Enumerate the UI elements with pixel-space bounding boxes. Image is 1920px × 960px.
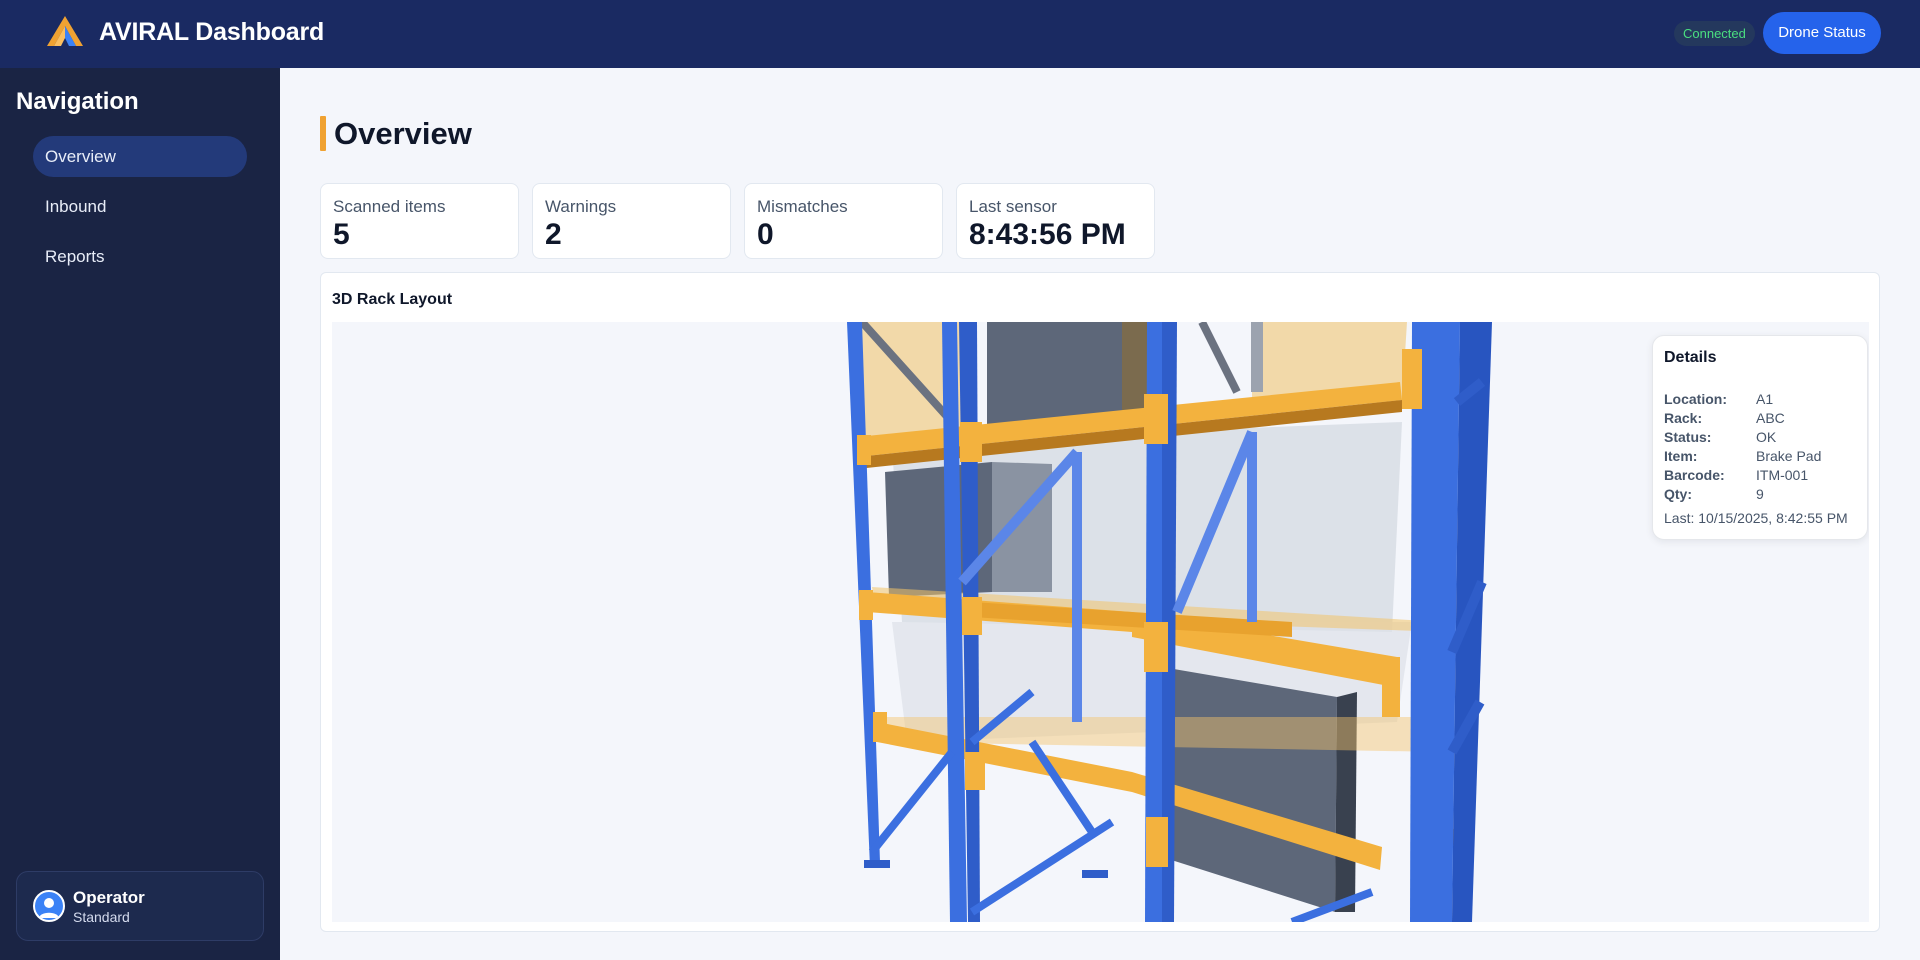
user-name: Operator bbox=[73, 888, 145, 907]
user-role: Standard bbox=[73, 909, 130, 925]
stat-card-mismatches: Mismatches 0 bbox=[744, 183, 943, 259]
stat-label: Warnings bbox=[545, 197, 617, 216]
rack-layout-panel: 3D Rack Layout Details Location: A1 Rack… bbox=[320, 272, 1880, 932]
stat-card-warnings: Warnings 2 bbox=[532, 183, 731, 259]
stat-card-last-sensor: Last sensor 8:43:56 PM bbox=[956, 183, 1155, 259]
details-value: 9 bbox=[1756, 486, 1764, 502]
top-bar: AVIRAL Dashboard Connected Drone Status bbox=[0, 0, 1920, 68]
details-key: Status: bbox=[1664, 429, 1712, 445]
details-key: Location: bbox=[1664, 391, 1727, 407]
details-last-updated: Last: 10/15/2025, 8:42:55 PM bbox=[1664, 510, 1848, 526]
details-popup: Details Location: A1 Rack: ABC Status: O… bbox=[1652, 335, 1868, 540]
panel-title: 3D Rack Layout bbox=[332, 291, 453, 308]
sidebar: Navigation Overview Inbound Reports Oper… bbox=[0, 68, 280, 960]
sidebar-title: Navigation bbox=[16, 88, 139, 115]
stat-value: 8:43:56 PM bbox=[969, 218, 1126, 251]
details-value: ITM-001 bbox=[1756, 467, 1809, 483]
details-key: Qty: bbox=[1664, 486, 1692, 502]
details-key: Rack: bbox=[1664, 410, 1703, 426]
stat-value: 0 bbox=[757, 218, 774, 251]
details-value: ABC bbox=[1756, 410, 1785, 426]
user-icon bbox=[33, 890, 65, 922]
details-value: A1 bbox=[1756, 391, 1774, 407]
sidebar-item-reports[interactable]: Reports bbox=[33, 236, 247, 277]
details-value: OK bbox=[1756, 429, 1777, 445]
details-title: Details bbox=[1664, 349, 1717, 366]
rack-3d-viewport[interactable]: Details Location: A1 Rack: ABC Status: O… bbox=[332, 322, 1869, 922]
connection-status-badge: Connected bbox=[1674, 21, 1755, 46]
stat-value: 2 bbox=[545, 218, 562, 251]
details-key: Item: bbox=[1664, 448, 1698, 464]
user-card[interactable]: Operator Standard bbox=[16, 871, 264, 941]
app-title: AVIRAL Dashboard bbox=[99, 18, 325, 46]
sidebar-item-overview[interactable]: Overview bbox=[33, 136, 247, 177]
drone-status-button[interactable]: Drone Status bbox=[1763, 12, 1881, 54]
details-key: Barcode: bbox=[1664, 467, 1725, 483]
page-title: Overview bbox=[334, 116, 472, 151]
rack-3d-scene[interactable] bbox=[332, 322, 1869, 922]
stat-label: Mismatches bbox=[757, 197, 848, 216]
stat-value: 5 bbox=[333, 218, 350, 251]
stat-label: Scanned items bbox=[333, 197, 446, 216]
page-title-accent bbox=[320, 116, 326, 151]
details-value: Brake Pad bbox=[1756, 448, 1822, 464]
sidebar-item-inbound[interactable]: Inbound bbox=[33, 186, 247, 227]
stat-card-scanned: Scanned items 5 bbox=[320, 183, 519, 259]
stat-label: Last sensor bbox=[969, 197, 1057, 216]
aviral-logo-icon bbox=[47, 16, 83, 46]
